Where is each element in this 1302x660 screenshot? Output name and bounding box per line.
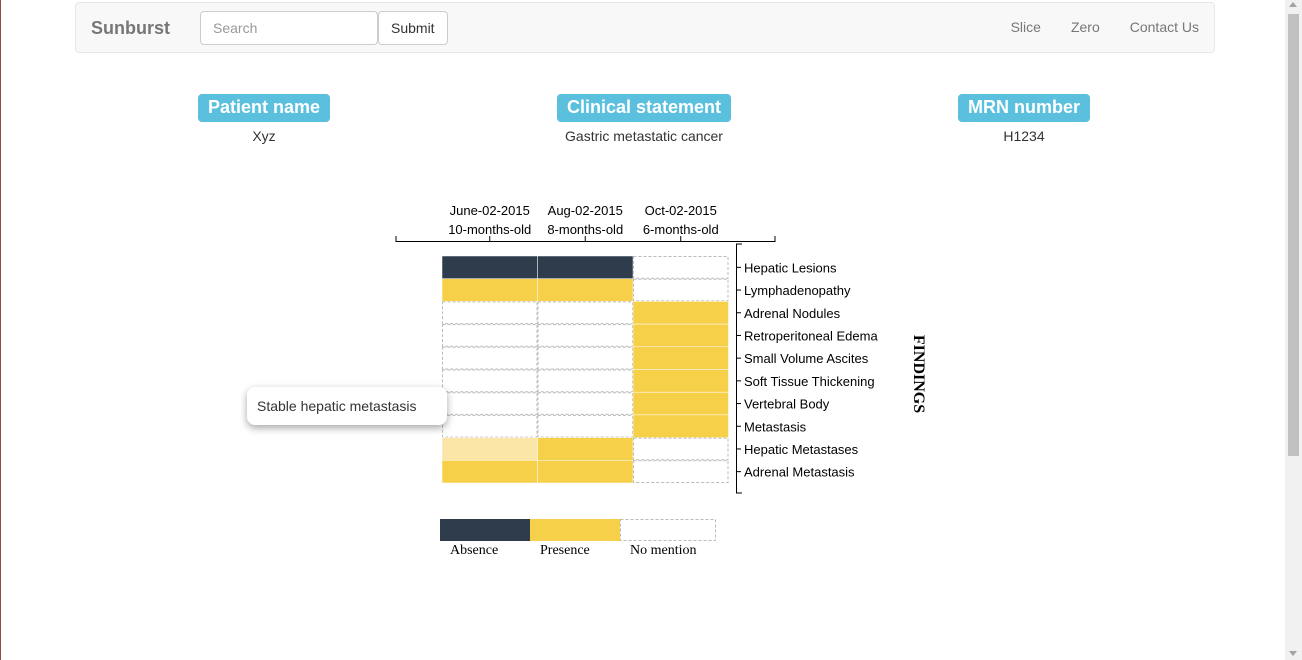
heatmap-cell-presence[interactable] <box>537 437 634 461</box>
heatmap-cell-no-mention[interactable] <box>633 460 729 483</box>
legend-swatch-absence <box>440 519 530 541</box>
mrn-block: MRN number H1234 <box>894 94 1154 144</box>
finding-row-label: Adrenal Nodules <box>744 306 841 321</box>
heatmap-cell-presence[interactable] <box>632 391 729 416</box>
scrollbar[interactable] <box>1285 0 1302 660</box>
heatmap-cell-no-mention[interactable] <box>442 346 538 370</box>
patient-name-block: Patient name Xyz <box>134 94 394 144</box>
finding-row-label: Metastasis <box>744 419 807 434</box>
finding-row-label: Vertebral Body <box>744 397 830 412</box>
right-axis-line <box>736 243 742 494</box>
column-age-label: 8-months-old <box>547 222 623 237</box>
heatmap-cell-no-mention[interactable] <box>537 301 633 325</box>
nav-link-zero[interactable]: Zero <box>1056 3 1115 52</box>
legend-label: Absence <box>450 543 498 558</box>
heatmap-cell-no-mention[interactable] <box>633 437 729 461</box>
clinical-statement-block: Clinical statement Gastric metastatic ca… <box>514 94 774 144</box>
submit-button[interactable]: Submit <box>378 11 448 45</box>
nav-link-slice[interactable]: Slice <box>996 3 1056 52</box>
heatmap-cell-no-mention[interactable] <box>537 346 633 370</box>
finding-row-label: Hepatic Lesions <box>744 260 837 275</box>
heatmap-cell-no-mention[interactable] <box>537 414 633 438</box>
heatmap-cell-no-mention[interactable] <box>442 414 538 438</box>
heatmap-cell-presence[interactable] <box>537 460 634 484</box>
navbar: Sunburst Submit Slice Zero Contact Us <box>75 2 1215 53</box>
finding-row-label: Hepatic Metastases <box>744 442 859 457</box>
heatmap-cell-no-mention[interactable] <box>633 256 729 279</box>
column-date-label: Oct-02-2015 <box>645 203 717 218</box>
nav-links: Slice Zero Contact Us <box>996 3 1214 52</box>
column-age-label: 6-months-old <box>643 222 719 237</box>
mrn-label: MRN number <box>958 94 1090 122</box>
nav-link-contact-us[interactable]: Contact Us <box>1115 3 1214 52</box>
heatmap-cell-no-mention[interactable] <box>442 324 538 347</box>
heatmap-cell-no-mention[interactable] <box>442 369 538 393</box>
finding-row-label: Retroperitoneal Edema <box>744 328 878 343</box>
column-age-label: 10-months-old <box>448 222 531 237</box>
scroll-up-arrow-icon[interactable] <box>1289 2 1297 7</box>
heatmap-cell-presence[interactable] <box>632 323 729 348</box>
heatmap-cell-presence[interactable] <box>632 369 729 393</box>
heatmap-cell-no-mention[interactable] <box>442 301 538 325</box>
finding-row-label: Adrenal Metastasis <box>744 465 855 480</box>
finding-row-label: Soft Tissue Thickening <box>744 374 875 389</box>
legend-swatch-no-mention <box>620 519 716 541</box>
heatmap-cell-presence[interactable] <box>537 278 634 302</box>
heatmap-cell-no-mention[interactable] <box>442 392 538 415</box>
heatmap-cell-presence[interactable] <box>632 346 729 370</box>
heatmap-cell-no-mention[interactable] <box>537 369 633 393</box>
patient-name-label: Patient name <box>197 94 331 122</box>
heatmap-cell-presence[interactable] <box>632 301 729 325</box>
scroll-down-arrow-icon[interactable] <box>1289 651 1297 656</box>
mrn-value: H1234 <box>1003 128 1045 144</box>
finding-row-label: Small Volume Ascites <box>744 351 869 366</box>
y-axis-title: FINDINGS <box>910 335 927 413</box>
heatmap-cell-presence[interactable] <box>441 460 538 484</box>
heatmap-cell-no-mention[interactable] <box>537 324 633 347</box>
heatmap-cell-presence-light[interactable] <box>441 437 538 461</box>
heatmap-cell-absence[interactable] <box>441 255 538 279</box>
clinical-statement-label: Clinical statement <box>556 94 732 122</box>
top-axis-line <box>395 236 776 242</box>
heatmap-cell-presence[interactable] <box>441 278 538 302</box>
brand-logo[interactable]: Sunburst <box>91 18 170 39</box>
finding-row-label: Lymphadenopathy <box>744 283 851 298</box>
legend-label: Presence <box>540 543 590 558</box>
scroll-thumb[interactable] <box>1288 14 1299 456</box>
clinical-statement-value: Gastric metastatic cancer <box>565 128 723 144</box>
legend-swatch-presence <box>530 519 620 541</box>
legend-label: No mention <box>630 543 697 558</box>
heatmap-cell-no-mention[interactable] <box>633 278 729 302</box>
tooltip: Stable hepatic metastasis <box>247 387 447 425</box>
patient-name-value: Xyz <box>252 128 276 144</box>
heatmap-cell-presence[interactable] <box>632 414 729 438</box>
heatmap-cell-absence[interactable] <box>537 255 634 279</box>
search-input[interactable] <box>200 11 378 45</box>
column-date-label: June-02-2015 <box>450 203 530 218</box>
heatmap-cell-no-mention[interactable] <box>537 392 633 415</box>
column-date-label: Aug-02-2015 <box>548 203 623 218</box>
